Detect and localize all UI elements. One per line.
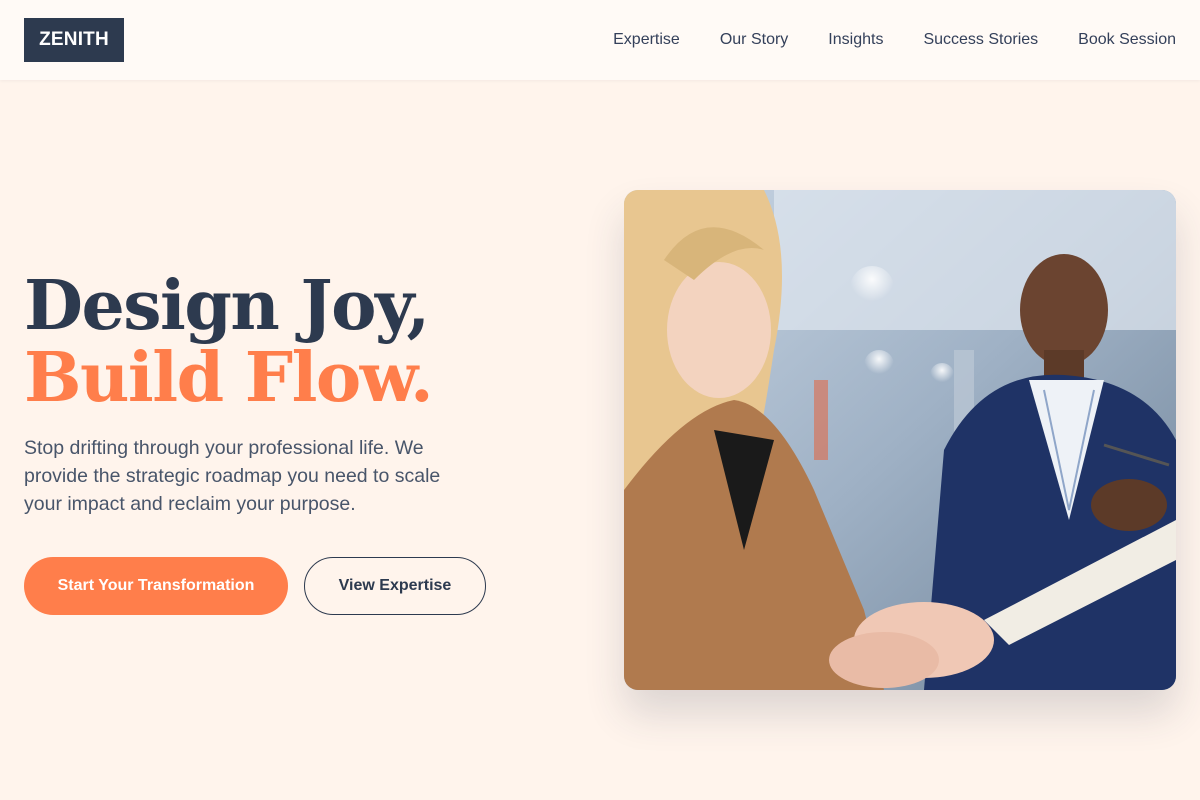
nav-insights[interactable]: Insights [828,31,883,49]
logo[interactable]: ZENITH [24,18,124,62]
main-nav: Expertise Our Story Insights Success Sto… [613,31,1176,49]
hero-content: Design Joy, Build Flow. Stop drifting th… [24,270,504,518]
hero-title: Design Joy, Build Flow. [24,270,504,414]
coaching-session-illustration [624,190,1176,690]
nav-success-stories[interactable]: Success Stories [923,31,1038,49]
nav-expertise[interactable]: Expertise [613,31,680,49]
hero-title-line2: Build Flow. [24,338,434,418]
site-header: ZENITH Expertise Our Story Insights Succ… [0,0,1200,80]
nav-our-story[interactable]: Our Story [720,31,788,49]
view-expertise-button[interactable]: View Expertise [304,557,486,615]
hero-title-line1: Design Joy, [24,266,430,346]
start-transformation-button[interactable]: Start Your Transformation [24,557,288,615]
hero-buttons: Start Your Transformation View Expertise [24,557,486,615]
hero-subtitle: Stop drifting through your professional … [24,437,441,515]
nav-book-session[interactable]: Book Session [1078,31,1176,49]
hero-photo [624,190,1176,690]
